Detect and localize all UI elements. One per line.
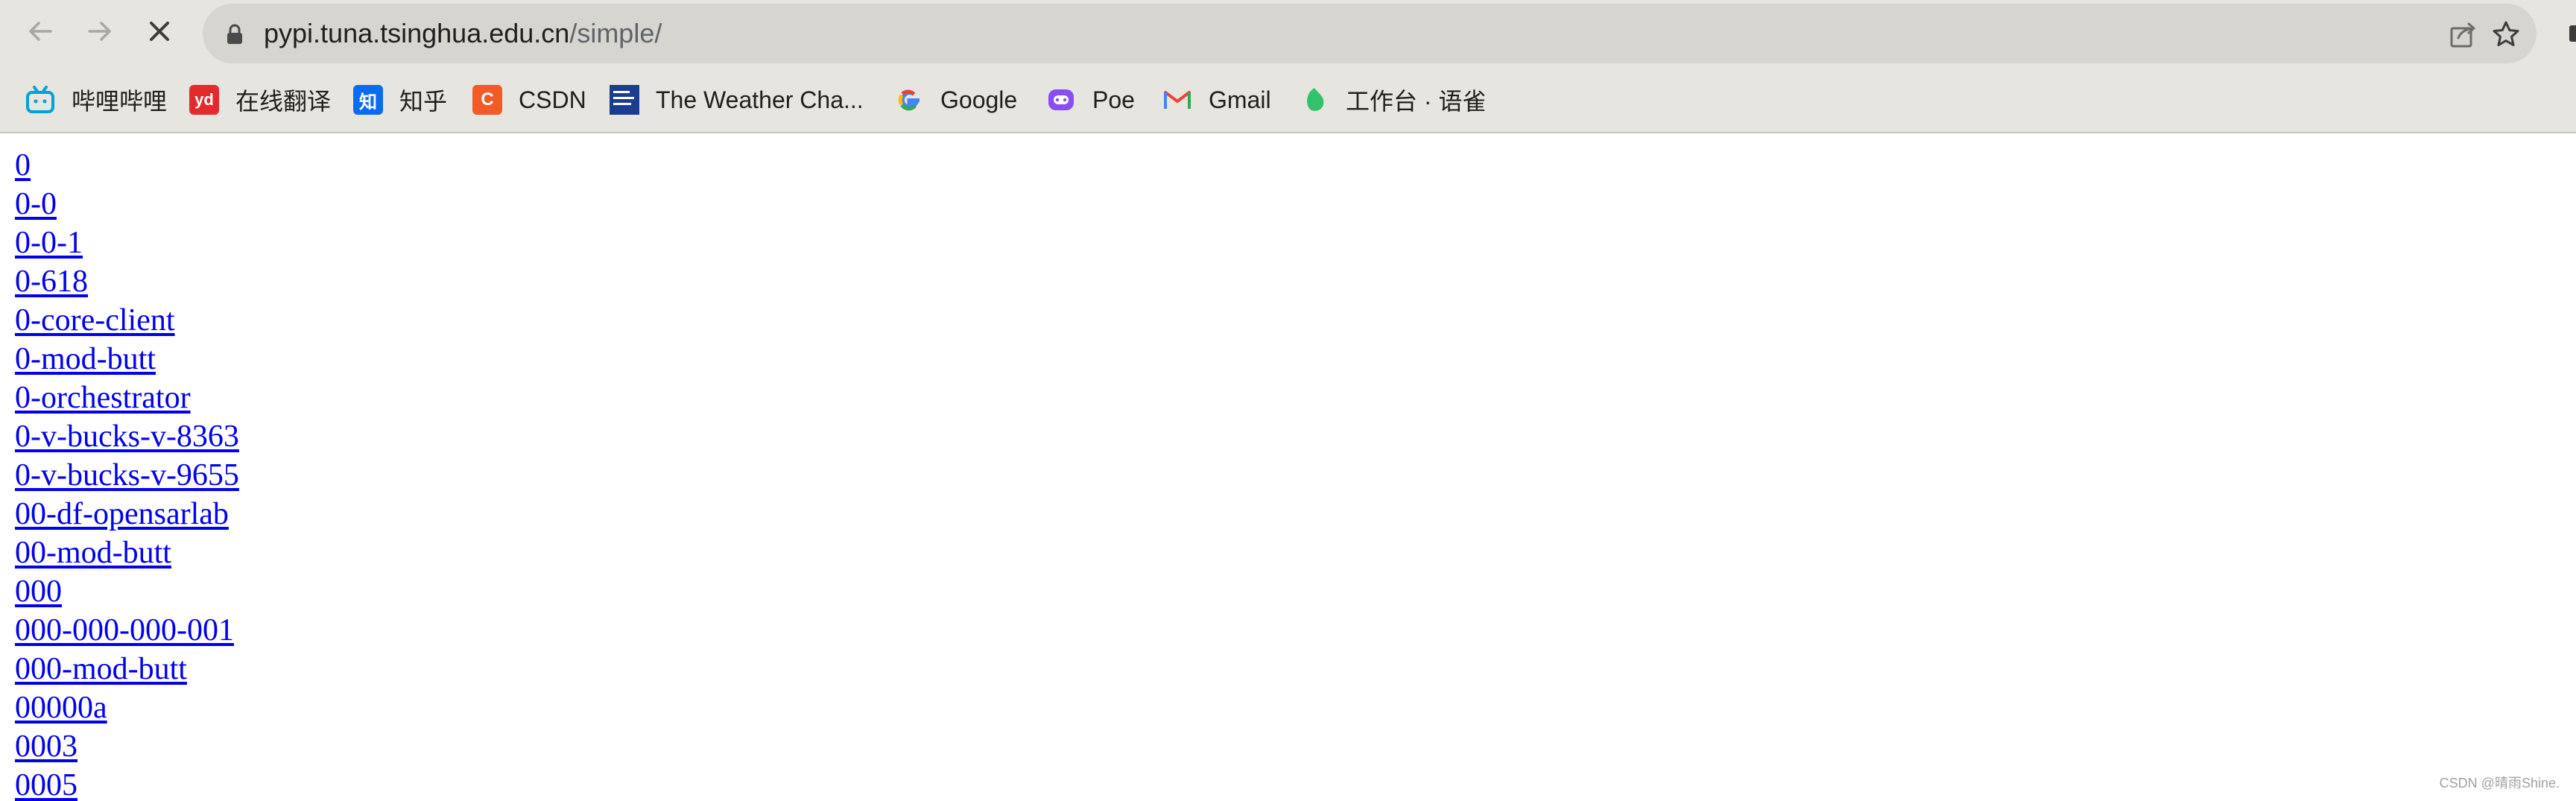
yuque-icon	[1300, 85, 1329, 115]
package-link[interactable]: 0-618	[15, 265, 88, 299]
list-item: 00-df-opensarlab	[15, 495, 2548, 534]
forward-button[interactable]	[79, 10, 121, 52]
package-link[interactable]: 0-0	[15, 187, 57, 221]
list-item: 0-v-bucks-v-9655	[15, 456, 2548, 495]
bilibili-icon	[25, 85, 55, 115]
forward-arrow-icon	[88, 22, 111, 41]
package-link[interactable]: 0003	[15, 729, 77, 764]
package-link[interactable]: 00-df-opensarlab	[15, 497, 229, 531]
list-item: 0-v-bucks-v-8363	[15, 417, 2548, 456]
google-icon	[894, 85, 924, 115]
package-link[interactable]: 0-mod-butt	[15, 342, 156, 376]
bookmark-weather-channel[interactable]: The Weather Cha...	[610, 80, 864, 119]
list-item: 000-000-000-001	[15, 611, 2548, 650]
gmail-icon	[1162, 85, 1192, 115]
bookmark-label: The Weather Cha...	[656, 86, 864, 113]
bookmark-label: 工作台 · 语雀	[1346, 88, 1487, 115]
bookmarks-bar: 哔哩哔哩 yd 在线翻译 知 知乎 C CSDN The Weather Cha…	[0, 67, 2576, 133]
extensions-icon[interactable]	[2563, 22, 2576, 45]
bookmark-youdao[interactable]: yd 在线翻译	[189, 80, 331, 119]
stop-loading-button[interactable]	[139, 10, 180, 52]
package-link[interactable]: 0-core-client	[15, 303, 175, 338]
lock-icon[interactable]	[224, 23, 246, 45]
bookmark-label: CSDN	[519, 86, 586, 113]
package-list: 0 0-0 0-0-1 0-618 0-core-client 0-mod-bu…	[15, 146, 2548, 801]
back-arrow-icon	[29, 22, 52, 41]
package-link[interactable]: 000-mod-butt	[15, 652, 187, 686]
list-item: 00000a	[15, 688, 2548, 727]
bookmark-bilibili[interactable]: 哔哩哔哩	[25, 80, 167, 119]
url-path: /simple/	[569, 18, 662, 48]
bookmark-label: Gmail	[1209, 86, 1271, 113]
list-item: 0003	[15, 727, 2548, 766]
watermark: CSDN @晴雨Shine.	[2439, 776, 2560, 791]
list-item: 0-0-1	[15, 224, 2548, 262]
weather-channel-icon	[610, 85, 639, 115]
list-item: 0-orchestrator	[15, 379, 2548, 417]
address-bar[interactable]: pypi.tuna.tsinghua.edu.cn/simple/	[203, 4, 2537, 63]
bookmark-star-button[interactable]	[2490, 19, 2522, 50]
package-link[interactable]: 0-v-bucks-v-9655	[15, 458, 239, 493]
list-item: 0-0	[15, 185, 2548, 224]
package-link[interactable]: 0-0-1	[15, 226, 83, 260]
list-item: 0005	[15, 766, 2548, 801]
list-item: 0-mod-butt	[15, 340, 2548, 379]
bookmark-google[interactable]: Google	[894, 80, 1017, 119]
csdn-icon: C	[472, 85, 502, 115]
bookmark-label: Poe	[1092, 86, 1135, 113]
bookmark-label: 知乎	[399, 88, 448, 115]
package-link[interactable]: 000-000-000-001	[15, 613, 234, 648]
bookmark-zhihu[interactable]: 知 知乎	[353, 80, 447, 119]
url-host: pypi.tuna.tsinghua.edu.cn	[264, 18, 570, 48]
list-item: 0-618	[15, 262, 2548, 301]
share-button[interactable]	[2447, 19, 2478, 50]
list-item: 0	[15, 146, 2548, 185]
package-link[interactable]: 00-mod-butt	[15, 536, 171, 570]
bookmark-label: 在线翻译	[235, 88, 332, 115]
bookmark-poe[interactable]: Poe	[1046, 80, 1135, 119]
list-item: 000-mod-butt	[15, 650, 2548, 688]
package-link[interactable]: 000	[15, 574, 62, 609]
zhihu-icon: 知	[353, 85, 383, 115]
bookmark-label: 哔哩哔哩	[72, 88, 168, 115]
share-icon	[2450, 22, 2475, 48]
bookmark-gmail[interactable]: Gmail	[1162, 80, 1271, 119]
poe-icon	[1046, 85, 1076, 115]
browser-toolbar: pypi.tuna.tsinghua.edu.cn/simple/	[0, 0, 2576, 67]
bookmark-csdn[interactable]: C CSDN	[472, 80, 586, 119]
bookmark-yuque[interactable]: 工作台 · 语雀	[1300, 80, 1486, 119]
package-link[interactable]: 0-orchestrator	[15, 381, 191, 415]
browser-window: pypi.tuna.tsinghua.edu.cn/simple/ 哔哩哔哩 y…	[0, 0, 2576, 801]
package-link[interactable]: 0-v-bucks-v-8363	[15, 420, 239, 454]
list-item: 0-core-client	[15, 301, 2548, 340]
back-button[interactable]	[19, 10, 61, 52]
bookmark-label: Google	[940, 86, 1018, 113]
package-link[interactable]: 0005	[15, 768, 77, 801]
page-content: 0 0-0 0-0-1 0-618 0-core-client 0-mod-bu…	[15, 146, 2548, 801]
list-item: 000	[15, 572, 2548, 611]
youdao-icon: yd	[189, 85, 219, 115]
url-text[interactable]: pypi.tuna.tsinghua.edu.cn/simple/	[264, 4, 662, 63]
package-link[interactable]: 00000a	[15, 691, 107, 725]
list-item: 00-mod-butt	[15, 534, 2548, 572]
package-link[interactable]: 0	[15, 148, 31, 183]
bookmark-star-icon	[2493, 21, 2519, 46]
stop-loading-x-icon	[150, 22, 169, 41]
